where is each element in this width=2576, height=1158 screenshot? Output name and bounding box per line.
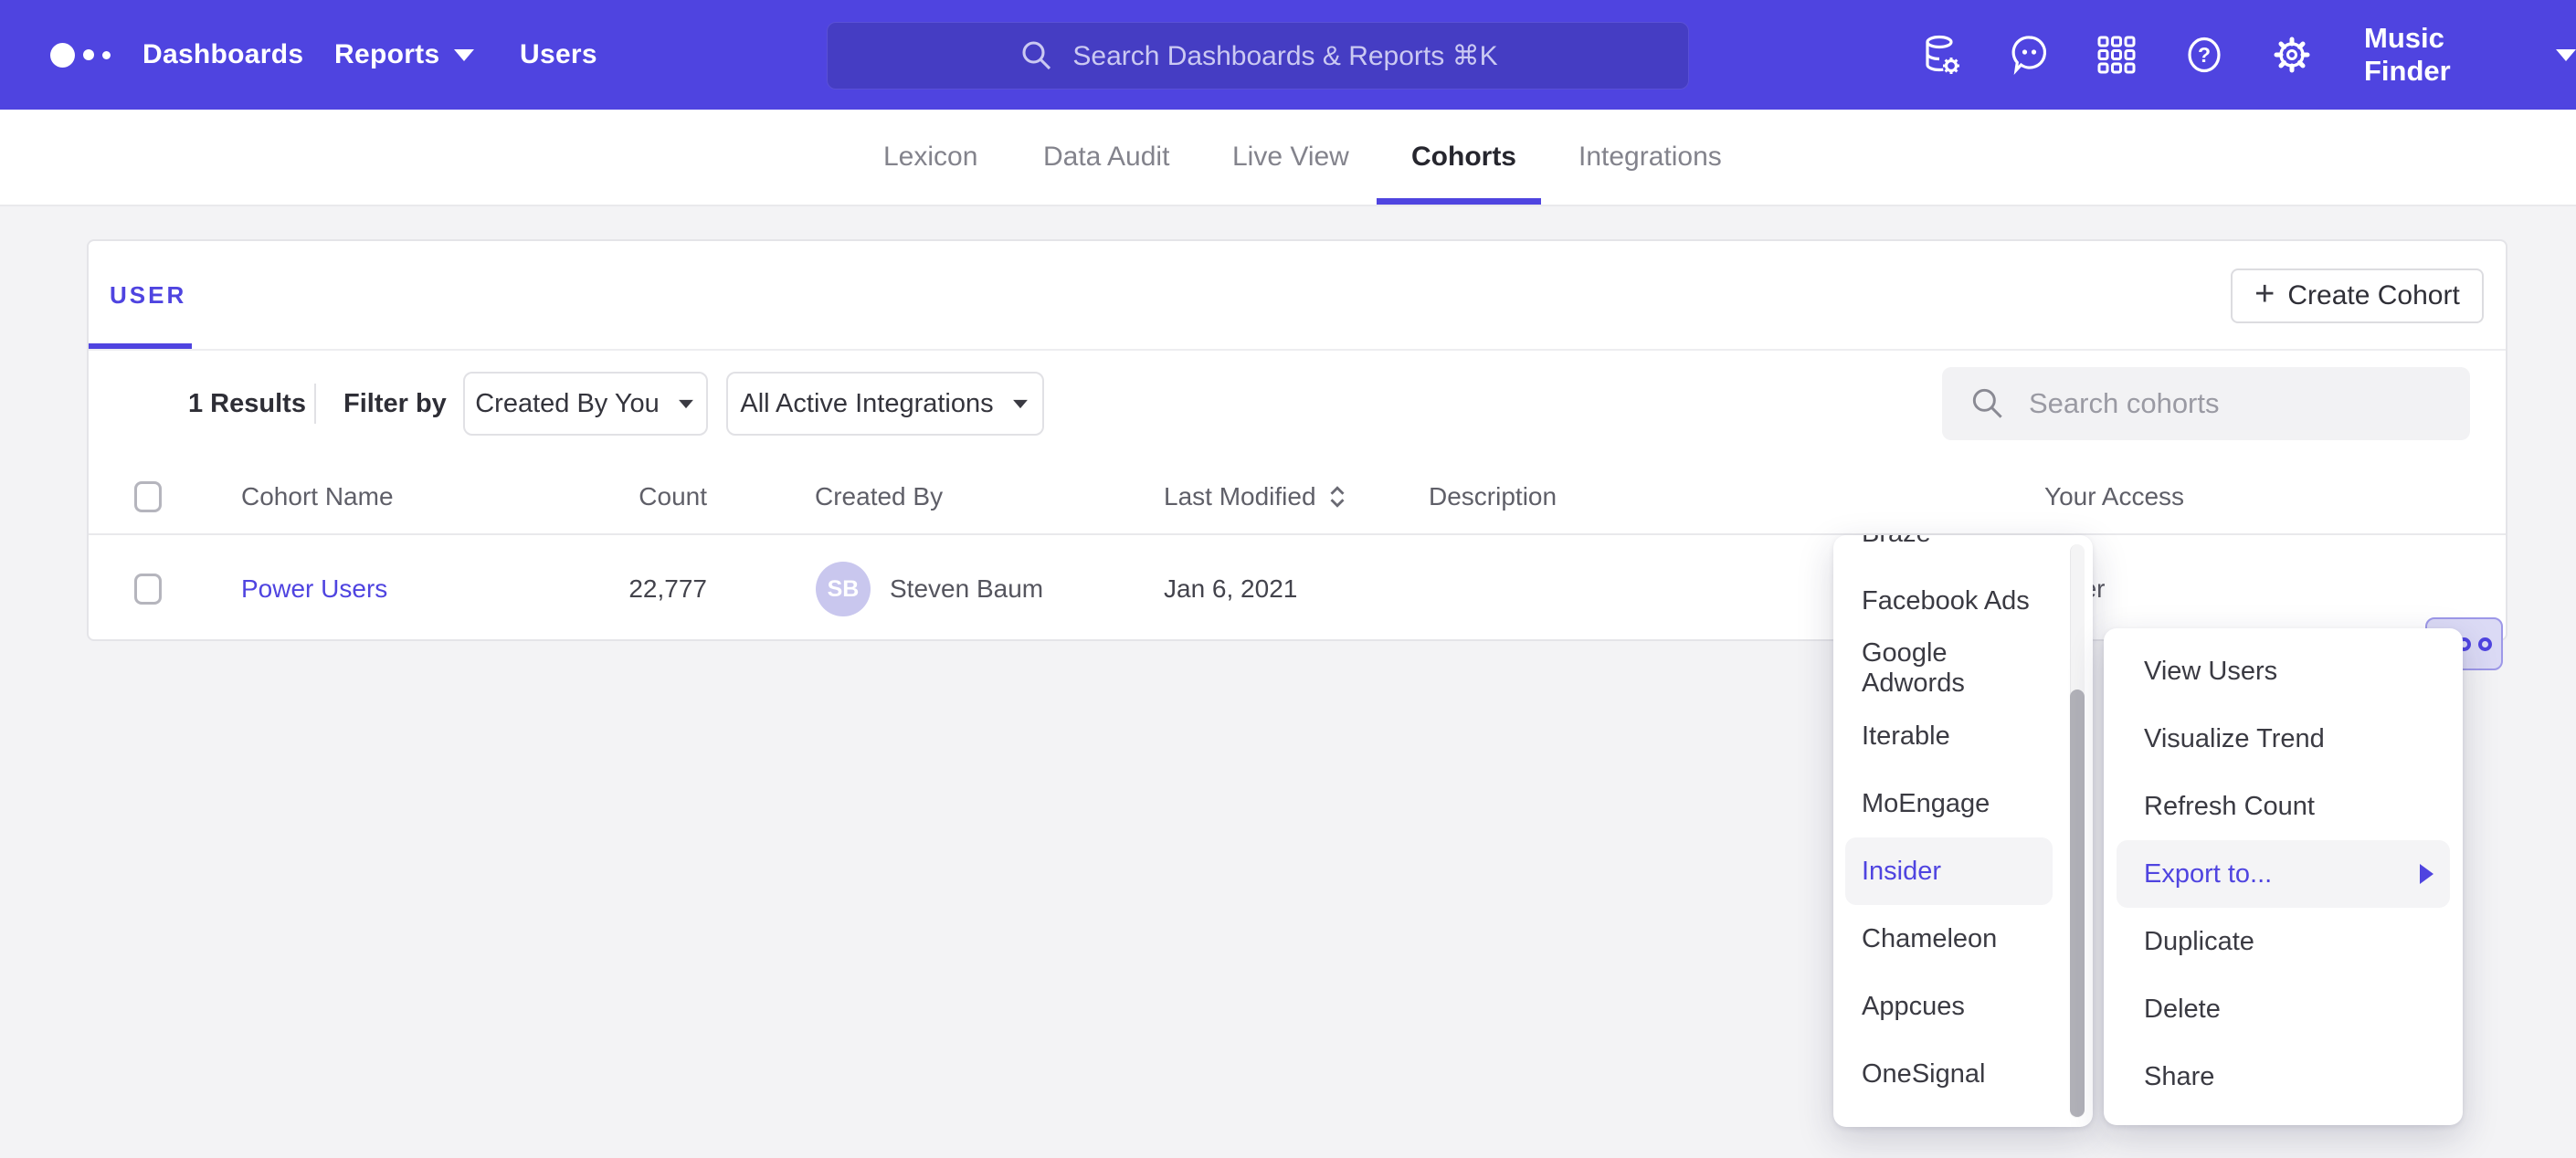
submenu-item-iterable[interactable]: Iterable: [1845, 702, 2053, 770]
submenu-arrow-icon: [2420, 864, 2433, 884]
nav-dashboards[interactable]: Dashboards: [143, 0, 303, 110]
caret-down-icon: [454, 49, 474, 61]
submenu-item-moengage[interactable]: MoEngage: [1845, 770, 2053, 837]
select-all-checkbox[interactable]: [134, 481, 162, 512]
cohort-name-link[interactable]: Power Users: [241, 537, 387, 641]
col-cohort-name: Cohort Name: [241, 458, 394, 535]
top-nav: Dashboards Reports Users Search Dashboar…: [0, 0, 2576, 110]
tab-cohorts[interactable]: Cohorts: [1411, 110, 1516, 205]
feedback-chat-icon[interactable]: [2008, 33, 2052, 77]
menu-item-export-to[interactable]: Export to...: [2117, 840, 2450, 908]
submenu-item-google-adwords[interactable]: Google Adwords: [1845, 635, 2053, 702]
col-last-modified[interactable]: Last Modified: [1164, 458, 1349, 535]
created-by-dropdown[interactable]: Created By You: [463, 372, 708, 436]
help-icon[interactable]: ?: [2182, 33, 2226, 77]
table-row: Power Users 22,777 SB Steven Baum Jan 6,…: [89, 537, 2506, 641]
avatar: SB: [816, 562, 871, 616]
col-description: Description: [1429, 458, 1557, 535]
global-search-input[interactable]: Search Dashboards & Reports ⌘K: [827, 22, 1689, 89]
tab-data-audit[interactable]: Data Audit: [1043, 110, 1169, 205]
app-logo-icon[interactable]: [50, 0, 111, 110]
cohort-search-input[interactable]: [2029, 367, 2449, 440]
caret-down-icon: [1013, 399, 1028, 407]
search-icon: [1968, 384, 2008, 424]
last-modified-date: Jan 6, 2021: [1164, 537, 1297, 641]
cohort-search: [1942, 367, 2470, 440]
menu-item-visualize-trend[interactable]: Visualize Trend: [2117, 705, 2450, 773]
integrations-dropdown[interactable]: All Active Integrations: [726, 372, 1044, 436]
menu-item-view-users[interactable]: View Users: [2117, 637, 2450, 705]
submenu-item-onesignal[interactable]: OneSignal: [1845, 1040, 2053, 1108]
results-count: 1 Results: [188, 349, 306, 458]
col-your-access: Your Access: [2044, 458, 2184, 535]
settings-gear-icon[interactable]: [2270, 33, 2314, 77]
table-header: Cohort Name Count Created By Last Modifi…: [89, 458, 2506, 535]
nav-users[interactable]: Users: [520, 0, 597, 110]
data-management-icon[interactable]: [1919, 33, 1963, 77]
nav-reports[interactable]: Reports: [334, 0, 474, 110]
caret-down-icon: [2556, 49, 2576, 61]
created-by-name: Steven Baum: [890, 537, 1043, 641]
cohorts-page: Dashboards Reports Users Search Dashboar…: [0, 0, 2576, 1158]
row-checkbox[interactable]: [134, 574, 162, 605]
cohorts-card: USER + Create Cohort 1 Results Filter by…: [87, 239, 2507, 641]
submenu-scrollbar-thumb[interactable]: [2070, 690, 2085, 1117]
row-actions-menu: View Users Visualize Trend Refresh Count…: [2104, 628, 2463, 1125]
global-search-placeholder: Search Dashboards & Reports ⌘K: [1072, 40, 1497, 72]
sort-icon: [1325, 483, 1349, 511]
project-selector[interactable]: Music Finder: [2364, 0, 2576, 110]
caret-down-icon: [679, 399, 693, 407]
tab-live-view[interactable]: Live View: [1232, 110, 1349, 205]
svg-text:?: ?: [2198, 43, 2211, 67]
submenu-item-appcues[interactable]: Appcues: [1845, 973, 2053, 1040]
submenu-item-chameleon[interactable]: Chameleon: [1845, 905, 2053, 973]
tab-lexicon[interactable]: Lexicon: [883, 110, 977, 205]
col-count: Count: [545, 458, 707, 535]
export-destination-submenu: Braze Facebook Ads Google Adwords Iterab…: [1833, 535, 2093, 1127]
section-tabbar: Lexicon Data Audit Live View Cohorts Int…: [0, 110, 2576, 206]
filter-bar: 1 Results Filter by Created By You All A…: [89, 349, 2506, 458]
tab-user-cohorts[interactable]: USER: [110, 241, 186, 349]
menu-item-duplicate[interactable]: Duplicate: [2117, 908, 2450, 975]
cohort-count: 22,777: [545, 537, 707, 641]
menu-item-share[interactable]: Share: [2117, 1043, 2450, 1111]
filter-by-label: Filter by: [343, 349, 447, 458]
search-icon: [1018, 37, 1056, 75]
tab-integrations[interactable]: Integrations: [1578, 110, 1722, 205]
submenu-item-insider[interactable]: Insider: [1845, 837, 2053, 905]
menu-item-refresh-count[interactable]: Refresh Count: [2117, 773, 2450, 840]
apps-grid-icon[interactable]: [2095, 33, 2138, 77]
submenu-item-facebook-ads[interactable]: Facebook Ads: [1845, 567, 2053, 635]
col-created-by: Created By: [815, 458, 943, 535]
create-cohort-button[interactable]: + Create Cohort: [2231, 268, 2484, 323]
submenu-item-braze[interactable]: Braze: [1845, 535, 2053, 567]
active-tab-underline: [1377, 198, 1541, 205]
menu-item-delete[interactable]: Delete: [2117, 975, 2450, 1043]
